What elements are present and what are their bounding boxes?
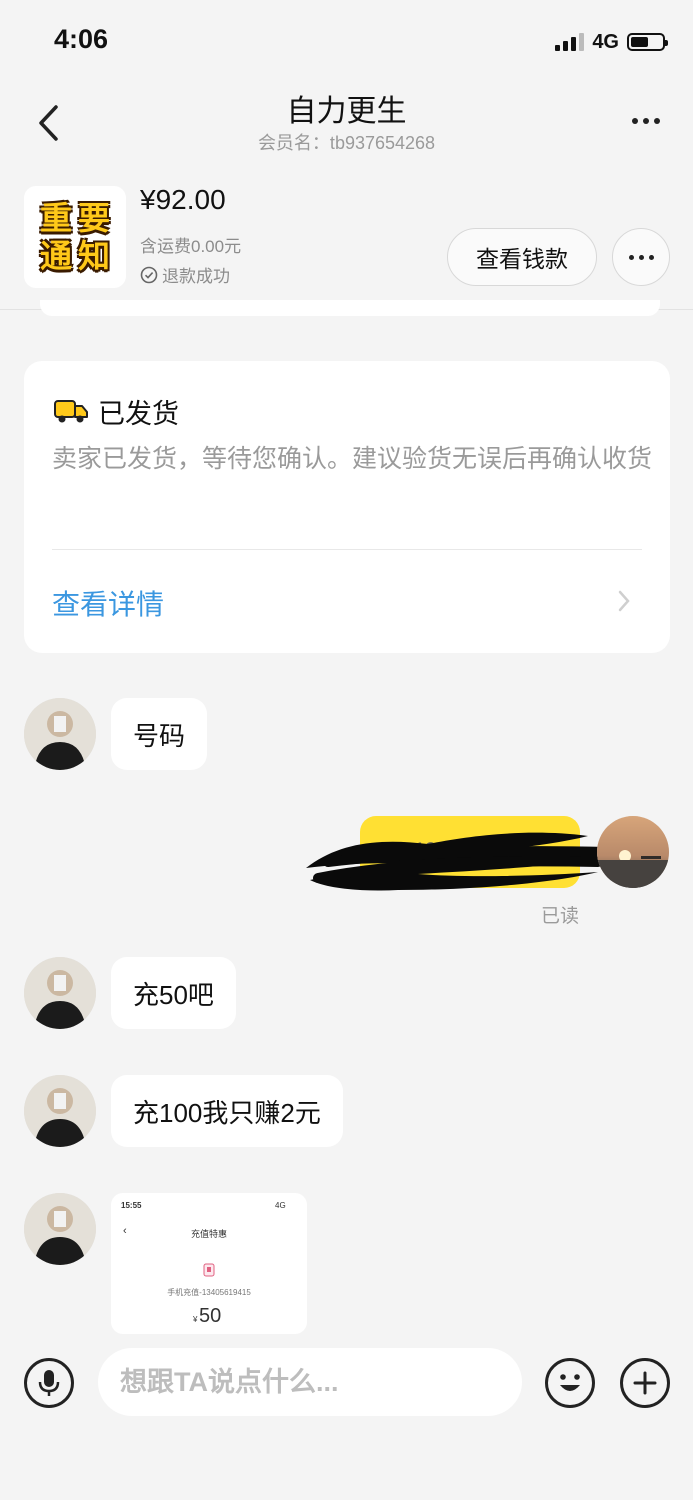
check-circle-icon bbox=[140, 266, 158, 283]
status-indicators: 4G bbox=[555, 30, 668, 54]
shipment-header: 已发货 bbox=[54, 392, 179, 431]
card-divider bbox=[52, 549, 642, 550]
network-label: 4G bbox=[592, 30, 619, 53]
dot-icon bbox=[638, 254, 644, 260]
shipment-title: 已发货 bbox=[98, 399, 179, 429]
refund-status-label: 退款成功 bbox=[162, 267, 230, 286]
truck-icon bbox=[54, 399, 88, 422]
read-status: 已读 bbox=[541, 906, 580, 927]
emoji-button[interactable] bbox=[545, 1358, 595, 1408]
my-avatar[interactable] bbox=[597, 816, 669, 888]
shot-amount: 50 bbox=[199, 1305, 222, 1327]
dot-icon bbox=[654, 118, 660, 124]
thumbnail-char: 知 bbox=[77, 238, 110, 274]
thumbnail-char: 重 bbox=[39, 200, 72, 236]
voice-button[interactable] bbox=[24, 1358, 74, 1408]
seller-avatar[interactable] bbox=[24, 698, 96, 770]
dot-icon bbox=[632, 118, 638, 124]
message-bubble[interactable]: 号码 bbox=[111, 698, 208, 770]
microphone-icon bbox=[38, 1370, 60, 1396]
image-message[interactable]: 15:55 4G ‹ 充值特惠 手机充值-13405619415 ¥ 50 bbox=[111, 1193, 307, 1334]
shot-network: 4G bbox=[275, 1201, 286, 1210]
thumbnail-char: 通 bbox=[39, 238, 72, 274]
thumbnail-char: 要 bbox=[77, 200, 110, 236]
plus-icon bbox=[633, 1371, 657, 1395]
seller-avatar[interactable] bbox=[24, 1193, 96, 1265]
product-thumbnail[interactable]: 重 要 通 知 bbox=[24, 186, 126, 288]
view-details-link[interactable]: 查看详情 bbox=[52, 583, 164, 623]
view-money-button[interactable]: 查看钱款 bbox=[447, 228, 597, 286]
shot-time: 15:55 bbox=[121, 1201, 142, 1210]
card-edge bbox=[40, 300, 660, 316]
shipment-description: 卖家已发货，等待您确认。建议验货无误后再确认收货 bbox=[52, 445, 653, 473]
status-time: 4:06 bbox=[54, 24, 109, 54]
battery-icon bbox=[627, 33, 668, 51]
order-more-button[interactable] bbox=[612, 228, 670, 286]
page-title: 自力更生 bbox=[286, 95, 407, 128]
dot-icon bbox=[643, 118, 649, 124]
refund-status: 退款成功 bbox=[140, 262, 230, 287]
seller-avatar[interactable] bbox=[24, 1075, 96, 1147]
shot-phone-line: 手机充值-13405619415 bbox=[167, 1288, 251, 1297]
scribble-redaction bbox=[306, 832, 613, 891]
member-name: 会员名：tb937654268 bbox=[257, 133, 436, 153]
message-input[interactable] bbox=[98, 1348, 522, 1416]
order-price: ¥92.00 bbox=[140, 184, 226, 215]
dot-icon bbox=[628, 254, 634, 260]
signal-icon bbox=[555, 33, 585, 51]
smiley-icon bbox=[560, 1374, 580, 1391]
shot-currency: ¥ bbox=[193, 1315, 198, 1324]
add-button[interactable] bbox=[620, 1358, 670, 1408]
seller-avatar[interactable] bbox=[24, 957, 96, 1029]
message-bubble[interactable]: 充100我只赚2元 bbox=[111, 1075, 343, 1147]
chevron-right-icon[interactable] bbox=[617, 589, 631, 618]
shipping-fee: 含运费0.00元 bbox=[140, 237, 242, 256]
dot-icon bbox=[648, 254, 654, 260]
phone-icon bbox=[203, 1263, 215, 1277]
message-bubble[interactable]: 充50吧 bbox=[111, 957, 236, 1029]
shot-title: 充值特惠 bbox=[190, 1229, 227, 1239]
more-options-button[interactable] bbox=[623, 106, 669, 136]
